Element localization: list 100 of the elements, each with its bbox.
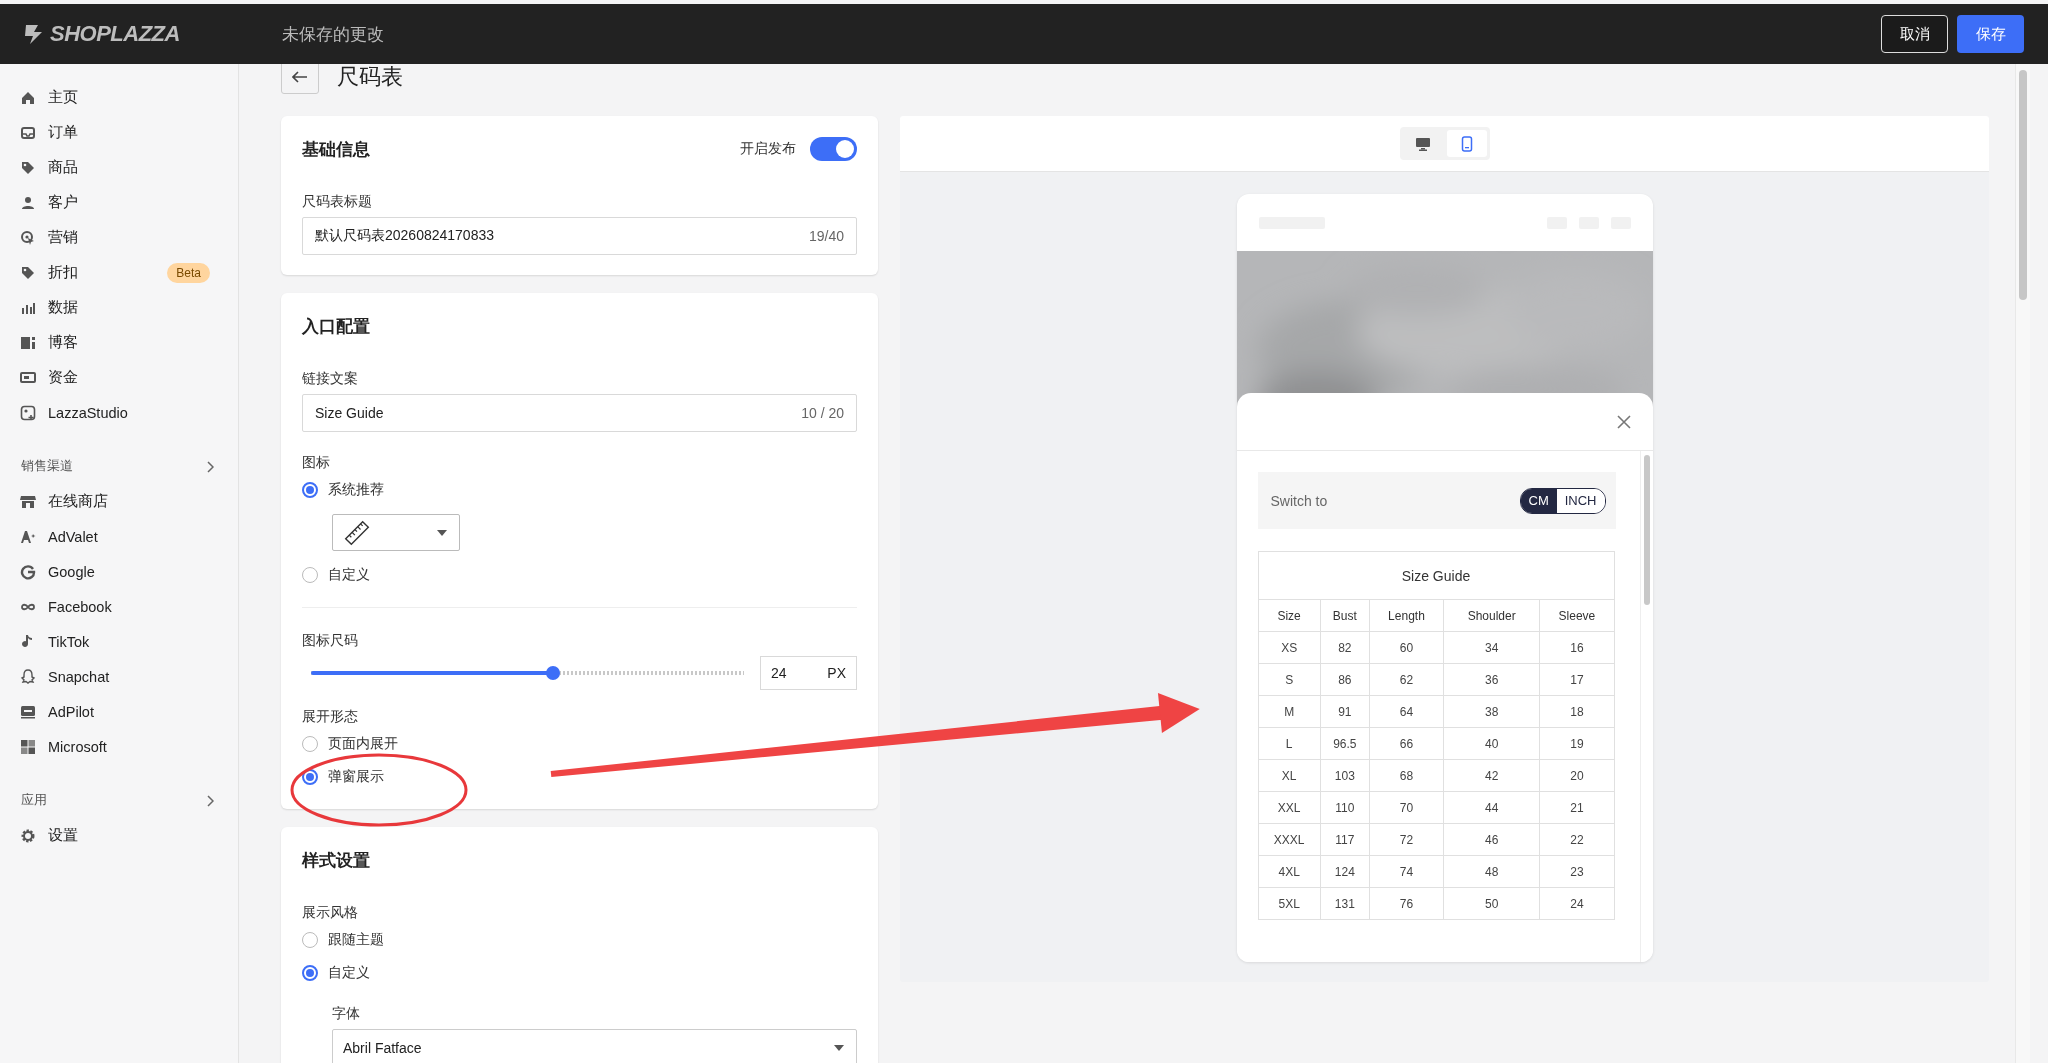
character-counter: 19/40 (808, 228, 844, 244)
tray-icon (20, 124, 36, 141)
sidebar-item[interactable]: 主页 (0, 80, 238, 115)
sidebar-item[interactable]: AdPilot (0, 694, 238, 729)
sidebar-item[interactable]: Snapchat (0, 659, 238, 694)
radio-label: 跟随主题 (328, 931, 384, 949)
table-cell: 50 (1443, 887, 1540, 920)
grid-icon (20, 738, 36, 755)
ruler-icon (343, 518, 371, 547)
table-cell: 76 (1369, 887, 1444, 920)
sidebar-item[interactable]: 订单 (0, 115, 238, 150)
sidebar-item[interactable]: 数据 (0, 290, 238, 325)
sidebar-item[interactable]: 设置 (0, 818, 238, 853)
table-cell: 5XL (1258, 887, 1321, 920)
toggle-switch[interactable] (810, 137, 857, 161)
field-label: 图标尺码 (302, 631, 359, 650)
sidebar-item[interactable]: 在线商店 (0, 484, 238, 519)
radio-label: 自定义 (328, 964, 370, 982)
unit-option[interactable]: INCH (1556, 488, 1605, 513)
target-icon (20, 229, 36, 246)
radio-button[interactable] (302, 736, 318, 752)
table-cell: XXXL (1258, 823, 1321, 856)
device-tab[interactable] (1446, 130, 1487, 157)
sidebar-item[interactable]: Google (0, 554, 238, 589)
caret-down-icon (834, 1045, 844, 1051)
table-cell: 20 (1539, 759, 1614, 792)
sidebar-item[interactable]: 商品 (0, 150, 238, 185)
sidebar-item[interactable]: AdValet (0, 519, 238, 554)
sidebar-item[interactable]: Microsoft (0, 729, 238, 764)
toggle-label: 开启发布 (740, 140, 796, 158)
text-field[interactable]: 默认尺码表20260824170833 19/40 (302, 217, 857, 255)
radio-button[interactable] (302, 932, 318, 948)
sidebar-section[interactable]: 销售渠道 (0, 449, 238, 484)
slider-thumb[interactable] (546, 666, 561, 680)
table-cell: 18 (1539, 695, 1614, 728)
sidebar-item[interactable]: 博客 (0, 325, 238, 360)
ghost-icon (20, 668, 36, 685)
sidebar-item[interactable]: Facebook (0, 589, 238, 624)
sidebar-item[interactable]: 折扣 Beta (0, 255, 238, 290)
radio-label: 自定义 (328, 566, 370, 584)
table-cell: 21 (1539, 791, 1614, 824)
caret-down-icon (437, 529, 447, 536)
table-cell: 66 (1369, 727, 1444, 760)
scrollbar[interactable] (2015, 64, 2030, 1063)
unit-label: PX (827, 665, 846, 681)
sidebar-item[interactable]: 资金 (0, 360, 238, 395)
sidebar-item[interactable]: LazzaStudio (0, 395, 238, 430)
switch-label: Switch to (1270, 492, 1328, 509)
table-cell: 96.5 (1320, 727, 1370, 760)
table-cell: 48 (1443, 855, 1540, 888)
sidebar-item[interactable]: 客户 (0, 185, 238, 220)
radio-button[interactable] (302, 482, 318, 498)
table-cell: 68 (1369, 759, 1444, 792)
back-arrow-icon (292, 71, 308, 83)
icon-dropdown[interactable] (332, 514, 460, 551)
person-icon (20, 194, 36, 211)
size-field[interactable]: 24 PX (760, 656, 857, 690)
table-cell: 64 (1369, 695, 1444, 728)
chevron-right-icon (206, 794, 214, 807)
unit-option[interactable]: CM (1520, 488, 1557, 513)
column-header: Length (1369, 599, 1444, 632)
font-dropdown[interactable]: Abril Fatface (332, 1029, 857, 1063)
table-cell: 22 (1539, 823, 1614, 856)
radio-button[interactable] (302, 567, 318, 583)
back-button[interactable] (281, 64, 319, 94)
table-cell: 103 (1320, 759, 1370, 792)
cancel-button[interactable]: 取消 (1881, 15, 1948, 53)
table-cell: XS (1258, 631, 1321, 664)
table-cell: 110 (1320, 791, 1370, 824)
table-cell: 82 (1320, 631, 1370, 664)
wallet-icon (20, 369, 36, 386)
column-header: Size (1258, 599, 1321, 632)
table-cell: 40 (1443, 727, 1540, 760)
section-heading: 应用 (21, 792, 47, 809)
field-label: 图标 (302, 453, 331, 472)
field-label: 展开形态 (302, 707, 359, 726)
table-cell: 36 (1443, 663, 1540, 696)
monitor-icon (1414, 135, 1431, 152)
column-header: Shoulder (1443, 599, 1540, 632)
table-cell: XXL (1258, 791, 1321, 824)
sidebar-section[interactable]: 应用 (0, 783, 238, 818)
tag-icon (20, 264, 36, 281)
table-cell: 46 (1443, 823, 1540, 856)
badge-icon (20, 703, 36, 720)
table-cell: 74 (1369, 855, 1444, 888)
table-cell: 72 (1369, 823, 1444, 856)
table-cell: 86 (1320, 663, 1370, 696)
table-cell: 62 (1369, 663, 1444, 696)
radio-button[interactable] (302, 965, 318, 981)
sidebar-item[interactable]: 营销 (0, 220, 238, 255)
sidebar-item[interactable]: TikTok (0, 624, 238, 659)
text-field[interactable]: Size Guide 10 / 20 (302, 394, 857, 432)
store-icon (20, 493, 36, 510)
chevron-right-icon (206, 460, 214, 473)
scrollbar[interactable] (1639, 451, 1653, 962)
card-title: 样式设置 (302, 849, 370, 872)
table-cell: 42 (1443, 759, 1540, 792)
save-button[interactable]: 保存 (1957, 15, 2024, 53)
logo-text: SHOPLAZZA (50, 21, 180, 47)
card-title: 基础信息 (302, 138, 370, 161)
